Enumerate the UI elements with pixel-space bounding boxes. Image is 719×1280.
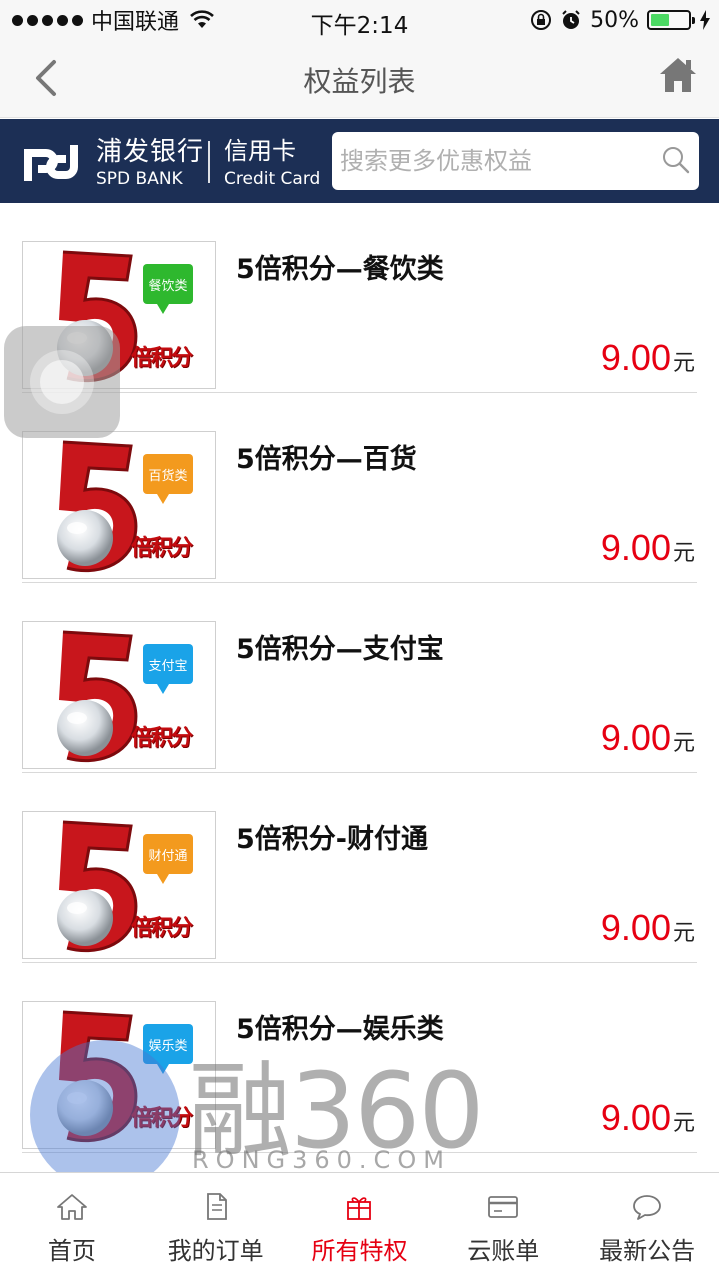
product-price: 9.00 元 <box>601 337 695 379</box>
bank-name-cn: 浦发银行 <box>96 137 205 167</box>
product-thumbnail[interactable]: 娱乐类 倍积分 <box>22 1001 216 1149</box>
thumbnail-label: 倍积分 <box>131 1106 193 1131</box>
home-icon[interactable] <box>657 54 699 96</box>
card-icon <box>488 1196 519 1218</box>
product-title[interactable]: 5倍积分—餐饮类 <box>236 247 444 286</box>
category-tag: 娱乐类 <box>143 1024 193 1074</box>
category-tag: 餐饮类 <box>143 264 193 314</box>
home-outline-icon <box>56 1194 87 1220</box>
product-title[interactable]: 5倍积分—支付宝 <box>236 627 444 666</box>
credit-card-label-en: Credit Card <box>224 169 321 189</box>
status-bar: 中国联通 下午2:14 50% <box>0 0 719 40</box>
category-tag: 百货类 <box>143 454 193 504</box>
product-item[interactable]: 支付宝 倍积分 5倍积分—支付宝 9.00 元 <box>0 583 719 773</box>
assistive-touch-button[interactable] <box>4 326 120 438</box>
category-tag: 财付通 <box>143 834 193 884</box>
price-unit: 元 <box>672 921 695 946</box>
brand-banner: 浦发银行 SPD BANK 信用卡 Credit Card <box>0 119 719 203</box>
tab-all-privileges[interactable]: 所有特权 <box>288 1173 432 1280</box>
tab-announcements[interactable]: 最新公告 <box>575 1173 719 1280</box>
tab-my-orders[interactable]: 我的订单 <box>144 1173 288 1280</box>
charging-icon <box>700 10 710 30</box>
nav-bar: 权益列表 <box>0 40 719 118</box>
price-unit: 元 <box>672 1111 695 1136</box>
product-thumbnail[interactable]: 支付宝 倍积分 <box>22 621 216 769</box>
tab-label: 首页 <box>47 1237 96 1265</box>
tab-bar: 首页 我的订单 所有特权 云账单 最新公告 <box>0 1172 719 1280</box>
price-unit: 元 <box>672 351 695 376</box>
product-thumbnail[interactable]: 财付通 倍积分 <box>22 811 216 959</box>
product-thumbnail[interactable]: 百货类 倍积分 <box>22 431 216 579</box>
alarm-icon <box>562 10 580 29</box>
search-input[interactable] <box>340 132 650 190</box>
gift-icon <box>347 1197 372 1220</box>
document-icon <box>206 1193 227 1220</box>
price-value: 9.00 <box>600 527 671 568</box>
tab-label: 所有特权 <box>311 1237 408 1265</box>
search-icon[interactable] <box>661 145 691 175</box>
orientation-lock-icon <box>531 10 552 30</box>
tab-label: 我的订单 <box>167 1237 264 1265</box>
price-value: 9.00 <box>600 1097 671 1138</box>
tab-cloud-bill[interactable]: 云账单 <box>431 1173 575 1280</box>
thumbnail-label: 倍积分 <box>131 916 193 941</box>
product-item[interactable]: 财付通 倍积分 5倍积分-财付通 9.00 元 <box>0 773 719 963</box>
category-tag: 支付宝 <box>143 644 193 694</box>
price-unit: 元 <box>672 731 695 756</box>
price-unit: 元 <box>672 541 695 566</box>
price-value: 9.00 <box>600 907 671 948</box>
spd-bank-logo-icon <box>24 145 78 181</box>
page-title: 权益列表 <box>303 65 416 98</box>
price-value: 9.00 <box>600 337 671 378</box>
price-value: 9.00 <box>600 717 671 758</box>
product-price: 9.00 元 <box>601 907 695 949</box>
product-price: 9.00 元 <box>601 527 695 569</box>
product-title[interactable]: 5倍积分-财付通 <box>236 817 428 856</box>
battery-percent: 50% <box>590 7 639 33</box>
search-box <box>332 132 699 190</box>
battery-icon <box>647 10 695 30</box>
chat-bubble-icon <box>633 1195 661 1220</box>
thumbnail-label: 倍积分 <box>131 536 193 561</box>
list-divider <box>22 1152 697 1153</box>
product-title[interactable]: 5倍积分—百货 <box>236 437 417 476</box>
tab-home[interactable]: 首页 <box>0 1173 144 1280</box>
bank-name-en: SPD BANK <box>96 169 183 189</box>
credit-card-label-cn: 信用卡 <box>224 137 296 165</box>
product-price: 9.00 元 <box>601 1097 695 1139</box>
product-title[interactable]: 5倍积分—娱乐类 <box>236 1007 444 1046</box>
tab-label: 云账单 <box>467 1237 540 1265</box>
tab-label: 最新公告 <box>599 1237 696 1265</box>
status-right: 50% <box>530 6 711 34</box>
thumbnail-label: 倍积分 <box>131 726 193 751</box>
product-item[interactable]: 娱乐类 倍积分 5倍积分—娱乐类 9.00 元 <box>0 963 719 1153</box>
product-price: 9.00 元 <box>601 717 695 759</box>
brand-divider <box>208 141 210 183</box>
thumbnail-label: 倍积分 <box>131 346 193 371</box>
